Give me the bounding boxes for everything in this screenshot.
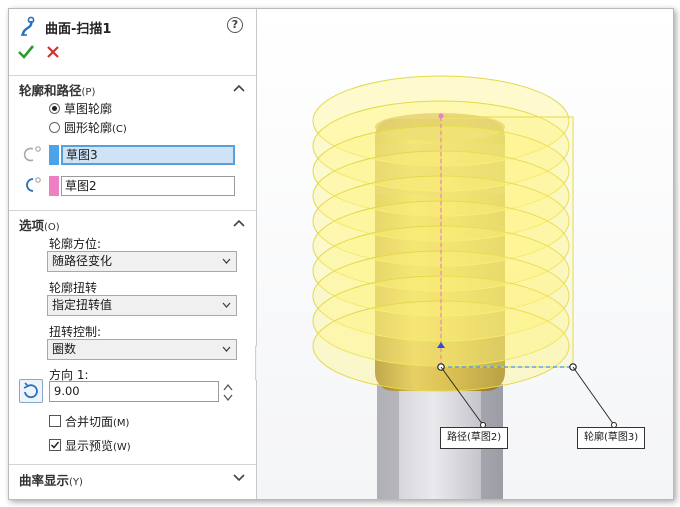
spin-up-icon[interactable] xyxy=(223,383,233,391)
radio-mnemonic: (C) xyxy=(112,123,127,135)
twist-control-dropdown[interactable]: 圈数 xyxy=(47,339,237,360)
path-selection-box[interactable]: 草图2 xyxy=(61,176,235,196)
section-mnemonic: (P) xyxy=(81,87,96,98)
chevron-down-icon xyxy=(222,302,231,308)
direction-value-input[interactable]: 9.00 xyxy=(49,381,219,402)
chevron-down-icon xyxy=(222,258,231,264)
checkbox-mnemonic: (W) xyxy=(113,441,131,453)
path-icon xyxy=(26,177,41,192)
chevron-up-icon[interactable] xyxy=(233,84,245,92)
orientation-label: 轮廓方位: xyxy=(49,237,102,251)
reverse-direction-button[interactable] xyxy=(19,379,43,403)
checkbox-label-text: 合并切面 xyxy=(65,414,114,429)
radio-circular-profile[interactable]: 圆形轮廓(C) xyxy=(49,119,127,135)
radio-sketch-profile[interactable]: 草图轮廓 xyxy=(49,100,112,116)
divider xyxy=(9,75,256,76)
section-title: 选项 xyxy=(19,218,45,233)
title-bar: 曲面-扫描1 ? xyxy=(9,9,256,43)
profile-selection-box[interactable]: 草图3 xyxy=(61,145,235,165)
section-header-curvature[interactable]: 曲率显示(Y) xyxy=(19,470,83,489)
callout-path[interactable]: 路径(草图2) xyxy=(440,427,509,449)
path-color-swatch xyxy=(49,176,59,196)
radio-button[interactable] xyxy=(49,121,60,133)
reverse-direction-icon xyxy=(23,382,38,399)
help-button[interactable]: ? xyxy=(227,17,243,33)
profile-plane xyxy=(440,116,574,368)
radio-label: 圆形轮廓(C) xyxy=(64,119,127,136)
section-mnemonic: (Y) xyxy=(69,477,83,488)
twist-dropdown[interactable]: 指定扭转值 xyxy=(47,295,237,316)
section-title: 曲率显示 xyxy=(19,473,70,488)
merge-tangent-faces-checkbox[interactable]: 合并切面(M) xyxy=(49,413,129,429)
show-preview-checkbox[interactable]: 显示预览(W) xyxy=(49,437,131,453)
dropdown-value: 随路径变化 xyxy=(52,254,113,268)
chevron-down-icon xyxy=(222,346,231,352)
radio-label: 草图轮廓 xyxy=(64,101,113,116)
checkbox-mnemonic: (M) xyxy=(113,417,130,429)
ok-check-icon[interactable] xyxy=(17,43,35,61)
profile-color-swatch xyxy=(49,145,59,165)
section-header-profile-path[interactable]: 轮廓和路径(P) xyxy=(19,80,95,99)
section-title: 轮廓和路径 xyxy=(19,83,82,98)
leader-line xyxy=(572,366,615,426)
checkmark-icon xyxy=(50,441,60,449)
radio-button[interactable] xyxy=(49,102,60,114)
callout-profile[interactable]: 轮廓(草图3) xyxy=(577,427,646,449)
section-mnemonic: (O) xyxy=(44,222,60,233)
radio-label-text: 圆形轮廓 xyxy=(64,120,113,135)
twist-control-label: 扭转控制: xyxy=(49,325,102,339)
checkbox-label: 显示预览(W) xyxy=(65,437,131,454)
cancel-x-icon[interactable] xyxy=(45,44,61,60)
graphics-viewport[interactable]: 路径(草图2) 轮廓(草图3) xyxy=(257,9,673,499)
chevron-down-icon[interactable] xyxy=(233,474,245,482)
orientation-dropdown[interactable]: 随路径变化 xyxy=(47,251,237,272)
path-endpoint xyxy=(438,113,444,119)
divider xyxy=(9,210,256,211)
section-header-options[interactable]: 选项(O) xyxy=(19,215,60,234)
checkbox-label: 合并切面(M) xyxy=(65,413,129,430)
chevron-up-icon[interactable] xyxy=(233,219,245,227)
feature-title: 曲面-扫描1 xyxy=(45,22,112,37)
spin-down-icon[interactable] xyxy=(223,394,233,402)
window: 曲面-扫描1 ? 轮廓和路径(P) 草图轮廓 圆形轮廓(C) 草图3 草图2 选… xyxy=(8,8,674,500)
checkbox[interactable] xyxy=(49,439,61,451)
sweep-surface-icon xyxy=(21,16,35,36)
property-manager: 曲面-扫描1 ? 轮廓和路径(P) 草图轮廓 圆形轮廓(C) 草图3 草图2 选… xyxy=(9,9,257,499)
dropdown-value: 指定扭转值 xyxy=(52,298,113,312)
checkbox-label-text: 显示预览 xyxy=(65,438,114,453)
dropdown-value: 圈数 xyxy=(52,342,77,356)
twist-label: 轮廓扭转 xyxy=(49,281,98,295)
model-scene xyxy=(312,75,617,499)
divider xyxy=(9,464,256,465)
checkbox[interactable] xyxy=(49,415,61,427)
profile-icon xyxy=(23,146,41,162)
